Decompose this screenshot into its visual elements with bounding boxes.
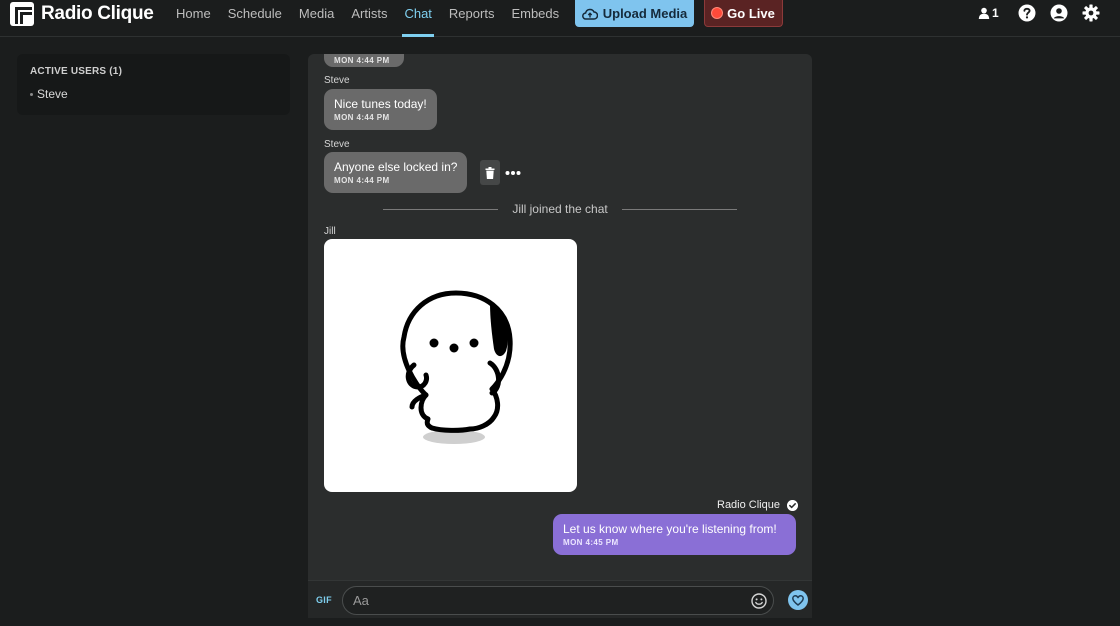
message-time: MON 4:44 PM — [334, 176, 390, 185]
chat-feed[interactable]: MON 4:44 PM Steve Nice tunes today! MON … — [308, 54, 812, 580]
message-time: MON 4:44 PM — [334, 56, 390, 65]
active-users-panel: ACTIVE USERS (1) Steve — [17, 54, 290, 115]
image-message[interactable] — [324, 239, 577, 492]
delete-message-button[interactable] — [480, 160, 500, 185]
emoji-icon[interactable] — [751, 593, 767, 609]
nav-reports[interactable]: Reports — [449, 0, 495, 37]
message-bubble[interactable]: Anyone else locked in? MON 4:44 PM — [324, 152, 468, 193]
gif-button[interactable]: GIF — [316, 595, 332, 605]
message-sender: Steve — [324, 75, 350, 86]
listener-count[interactable]: 1 — [978, 6, 999, 20]
message-time: MON 4:44 PM — [334, 113, 390, 122]
upload-media-button[interactable]: Upload Media — [575, 0, 694, 27]
message-sender: Steve — [324, 139, 350, 150]
message-actions — [480, 160, 521, 185]
nav-embeds[interactable]: Embeds — [511, 0, 559, 37]
nav-chat[interactable]: Chat — [402, 0, 435, 37]
settings-icon[interactable] — [1082, 4, 1100, 22]
go-live-button[interactable]: Go Live — [704, 0, 783, 27]
app-name: Radio Clique — [41, 3, 154, 24]
app-logo[interactable]: Radio Clique — [10, 2, 154, 26]
own-message-bubble[interactable]: Let us know where you're listening from!… — [553, 514, 796, 555]
send-heart-button[interactable] — [788, 590, 808, 610]
message-text: Nice tunes today! — [334, 97, 427, 111]
message-text: Anyone else locked in? — [334, 160, 458, 174]
own-sender-name: Radio Clique — [717, 499, 780, 511]
upload-media-label: Upload Media — [602, 6, 688, 21]
bullet-icon — [30, 93, 33, 97]
system-event: Jill joined the chat — [383, 202, 738, 216]
nav-schedule[interactable]: Schedule — [228, 0, 282, 37]
message-input[interactable]: Aa — [342, 586, 774, 615]
account-icon[interactable] — [1050, 4, 1068, 22]
message-time: MON 4:45 PM — [563, 538, 619, 547]
cloud-upload-icon — [581, 8, 598, 20]
heart-icon — [792, 594, 804, 606]
help-icon[interactable] — [1018, 4, 1036, 22]
active-user-item[interactable]: Steve — [30, 87, 277, 101]
active-users-title: ACTIVE USERS (1) — [30, 66, 123, 77]
message-sender-own: Radio Clique — [717, 499, 799, 511]
message-sender: Jill — [324, 226, 336, 237]
message-input-placeholder: Aa — [353, 593, 369, 608]
top-navigation-bar: Radio Clique Home Schedule Media Artists… — [0, 0, 1120, 37]
verified-icon — [787, 499, 799, 511]
message-bubble-partial: MON 4:44 PM — [324, 54, 404, 67]
go-live-label: Go Live — [727, 5, 775, 21]
listener-count-value: 1 — [992, 6, 999, 20]
record-dot-icon — [712, 8, 723, 18]
trash-icon — [485, 166, 495, 179]
user-icon — [978, 7, 990, 19]
nav-home[interactable]: Home — [176, 0, 211, 37]
system-event-text: Jill joined the chat — [512, 202, 608, 216]
message-composer: GIF Aa — [308, 580, 812, 618]
more-icon[interactable] — [505, 170, 521, 176]
message-bubble[interactable]: Nice tunes today! MON 4:44 PM — [324, 89, 437, 130]
nav-artists[interactable]: Artists — [351, 0, 387, 37]
nav-media[interactable]: Media — [299, 0, 334, 37]
message-text: Let us know where you're listening from! — [563, 522, 777, 536]
active-user-name: Steve — [37, 87, 68, 101]
main-nav: Home Schedule Media Artists Chat Reports… — [176, 0, 576, 37]
divider — [621, 208, 738, 210]
divider — [383, 208, 499, 210]
logo-icon — [10, 2, 34, 26]
ghost-sticker-image — [400, 290, 513, 444]
